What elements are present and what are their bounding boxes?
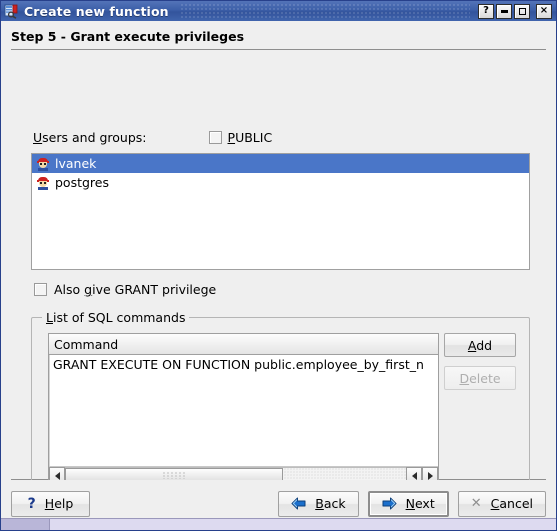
add-rest: dd — [476, 337, 493, 353]
public-label-rest: UBLIC — [235, 130, 273, 145]
users-and-groups-list[interactable]: lvanek postgres — [31, 153, 530, 270]
grip-icon — [163, 472, 186, 479]
table-column-header: Command — [49, 334, 438, 355]
add-button[interactable]: Add — [444, 333, 516, 357]
user-icon — [36, 176, 50, 190]
delete-rest: elete — [469, 370, 501, 386]
delete-button-label: Delete — [459, 371, 500, 386]
function-wizard-icon — [4, 3, 20, 19]
users-label-mnemonic: U — [33, 130, 43, 145]
sql-commands-groupbox: List of SQL commands Command GRANT EXECU… — [31, 310, 530, 502]
cancel-rest: ancel — [499, 496, 533, 511]
help-button-label: Help — [45, 496, 74, 511]
sql-commands-table[interactable]: Command GRANT EXECUTE ON FUNCTION public… — [48, 333, 439, 485]
dialog-body: Users and groups: PUBLIC lvanek postgres — [1, 50, 556, 502]
public-checkbox-row[interactable]: PUBLIC — [208, 130, 273, 145]
cancel-button-label: Cancel — [491, 496, 533, 511]
maximize-button[interactable] — [514, 3, 530, 19]
legend-rest: ist of SQL commands — [52, 310, 186, 325]
question-mark-icon: ? — [27, 495, 36, 512]
legend-mnemonic: L — [46, 310, 53, 325]
next-rest: ext — [414, 496, 435, 511]
sql-commands-legend: List of SQL commands — [42, 310, 190, 325]
help-titlebar-button[interactable]: ? — [478, 3, 494, 19]
maximize-icon — [518, 7, 526, 15]
sql-commands-actions: Add Delete — [444, 333, 516, 390]
users-label-rest: sers and groups: — [42, 130, 147, 145]
help-rest: elp — [54, 496, 74, 511]
list-item[interactable]: postgres — [32, 173, 529, 192]
table-row[interactable]: GRANT EXECUTE ON FUNCTION public.employe… — [49, 355, 438, 374]
public-label-mnemonic: P — [227, 130, 236, 145]
title-bar: Create new function ? × — [1, 1, 556, 21]
cancel-button[interactable]: ✕ Cancel — [457, 490, 546, 517]
scroll-right-icon — [427, 471, 433, 480]
table-rows: GRANT EXECUTE ON FUNCTION public.employe… — [49, 355, 438, 466]
list-item[interactable]: lvanek — [32, 154, 529, 173]
back-button-label: Back — [315, 496, 345, 511]
window-title: Create new function — [24, 3, 169, 19]
list-item-label: lvanek — [55, 156, 97, 171]
close-icon: × — [539, 5, 549, 16]
create-new-function-dialog: Create new function ? × Step 5 - Grant e… — [0, 0, 557, 531]
minimize-icon — [500, 9, 508, 13]
back-mnemonic: B — [315, 496, 324, 511]
arrow-left-icon — [291, 497, 306, 510]
users-and-groups-label: Users and groups: — [33, 130, 147, 145]
next-mnemonic: N — [405, 496, 415, 511]
page-title: Step 5 - Grant execute privileges — [1, 21, 556, 49]
back-rest: ack — [323, 496, 346, 511]
users-row: Users and groups: PUBLIC — [33, 130, 272, 145]
status-cell-right — [50, 519, 556, 530]
delete-button: Delete — [444, 366, 516, 390]
status-cell-left — [1, 519, 50, 530]
grant-label-rest: ive GRANT privilege — [92, 282, 217, 297]
close-button[interactable]: × — [536, 3, 552, 19]
next-button-label: Next — [406, 496, 435, 511]
question-mark-icon: ? — [483, 5, 489, 16]
user-icon — [36, 157, 50, 171]
grant-label-mnemonic: g — [84, 282, 93, 297]
delete-mnemonic: D — [459, 370, 470, 386]
public-label: PUBLIC — [228, 130, 273, 145]
grant-privilege-row[interactable]: Also give GRANT privilege — [34, 282, 216, 297]
status-bar — [1, 518, 556, 530]
help-mnemonic: H — [44, 496, 55, 511]
scroll-left-icon — [54, 471, 60, 480]
arrow-right-icon — [382, 497, 397, 510]
cross-icon: ✕ — [470, 496, 482, 511]
add-button-label: Add — [468, 338, 492, 353]
next-button[interactable]: Next — [367, 490, 449, 517]
list-item-label: postgres — [55, 175, 109, 190]
add-mnemonic: A — [467, 337, 477, 353]
window-controls: ? × — [478, 3, 554, 19]
grant-privilege-checkbox[interactable] — [34, 283, 47, 296]
back-button[interactable]: Back — [278, 490, 359, 517]
grant-privilege-label: Also give GRANT privilege — [54, 282, 216, 297]
help-button[interactable]: ? Help — [11, 490, 90, 517]
public-checkbox[interactable] — [208, 131, 222, 144]
scroll-left-icon — [411, 471, 417, 480]
minimize-button[interactable] — [496, 3, 512, 19]
grant-label-pre: Also — [54, 282, 85, 297]
